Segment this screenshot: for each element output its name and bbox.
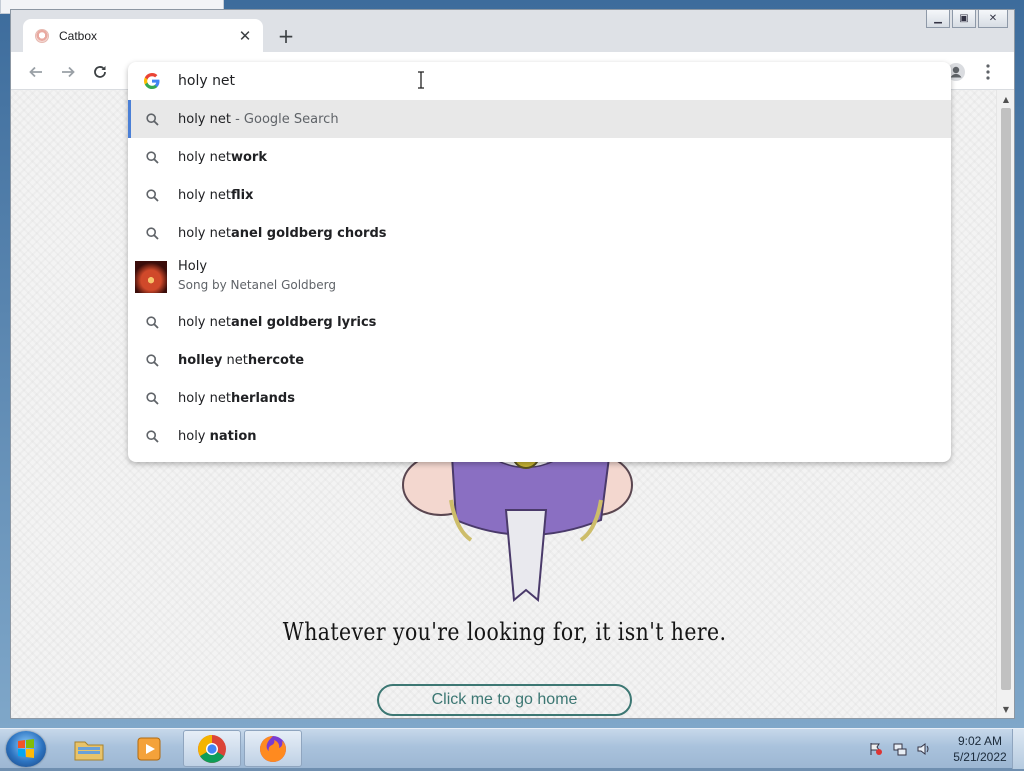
reload-icon[interactable] [89, 61, 111, 83]
start-button[interactable] [6, 731, 46, 767]
scroll-up-icon[interactable]: ▲ [997, 91, 1015, 107]
address-bar-input[interactable] [178, 71, 878, 91]
search-icon [144, 428, 160, 444]
suggestion-typed-part: net [222, 352, 248, 368]
suggestion-completion: holley [178, 352, 223, 368]
tab-strip: Catbox ✕ + [11, 10, 1014, 53]
clock-date: 5/21/2022 [953, 750, 1007, 764]
suggestion-description: - Google Search [230, 111, 339, 127]
go-home-button[interactable]: Click me to go home [377, 684, 632, 716]
suggestion-completion: anel goldberg chords [230, 225, 387, 241]
suggestion-text: holley nethercote [178, 353, 304, 368]
back-arrow-icon[interactable] [25, 61, 47, 83]
firefox-taskbar[interactable] [244, 730, 302, 767]
media-player-taskbar[interactable] [120, 730, 178, 767]
menu-kebab-icon[interactable] [977, 61, 999, 83]
suggestion-text: holy netherlands [178, 391, 295, 406]
chrome-icon [198, 734, 226, 763]
search-icon [144, 314, 160, 330]
search-icon [144, 390, 160, 406]
suggestion-item[interactable]: holy netflix [128, 176, 951, 214]
search-icon [144, 149, 160, 165]
suggestion-completion: flix [230, 187, 254, 203]
network-icon[interactable] [892, 742, 908, 756]
search-icon [144, 225, 160, 241]
action-center-flag-icon[interactable] [868, 742, 884, 756]
suggestion-text: holy netanel goldberg lyrics [178, 315, 376, 330]
suggestion-item[interactable]: holy netanel goldberg lyrics [128, 303, 951, 341]
scroll-thumb[interactable] [1001, 108, 1011, 690]
suggestion-text: holy netanel goldberg chords [178, 226, 387, 241]
tab-catbox[interactable]: Catbox ✕ [23, 19, 263, 53]
show-desktop-button[interactable] [1012, 729, 1024, 769]
google-logo-icon [144, 73, 160, 89]
suggestion-typed-part: holy net [178, 390, 231, 406]
new-tab-button[interactable]: + [275, 24, 297, 48]
suggestion-text: holy nation [178, 429, 257, 444]
suggestion-completion: work [230, 149, 267, 165]
browser-window: ▁ ▣ ✕ Catbox ✕ + Whatever you're looking… [10, 9, 1015, 719]
scroll-down-icon[interactable]: ▼ [997, 701, 1015, 717]
suggestion-typed-part: holy net [178, 225, 231, 241]
suggestion-item[interactable]: holley nethercote [128, 341, 951, 379]
suggestion-completion: anel goldberg lyrics [230, 314, 377, 330]
suggestion-query: holy net [178, 111, 231, 127]
tab-close-icon[interactable]: ✕ [235, 26, 255, 46]
suggestion-item[interactable]: holy nation [128, 417, 951, 455]
search-icon [144, 352, 160, 368]
clock-time: 9:02 AM [957, 734, 1003, 748]
suggestion-completion: hercote [247, 352, 305, 368]
folder-icon [74, 741, 104, 760]
search-icon [144, 187, 160, 203]
suggestion-list: holy net - Google Search holy network ho… [128, 100, 951, 455]
suggestion-text: holy net - Google Search [178, 112, 339, 127]
suggestion-item[interactable]: holy netanel goldberg chords [128, 214, 951, 252]
chrome-taskbar[interactable] [183, 730, 241, 767]
suggestion-item[interactable]: holy net - Google Search [128, 100, 951, 138]
suggestion-item[interactable]: holy network [128, 138, 951, 176]
windows-logo-icon [18, 739, 34, 758]
media-player-icon [137, 737, 161, 760]
suggestion-typed-part: holy net [178, 187, 231, 203]
suggestion-item[interactable]: holy netherlands [128, 379, 951, 417]
suggestion-text: holy netflix [178, 188, 253, 203]
tab-title: Catbox [59, 29, 98, 43]
suggestion-typed-part: holy [178, 428, 210, 444]
search-icon [144, 111, 160, 127]
entity-text: Holy Song by Netanel Goldberg [178, 259, 336, 292]
suggestion-completion: nation [209, 428, 257, 444]
catbox-favicon-icon [35, 29, 49, 43]
omnibox-row [128, 62, 951, 100]
system-tray: 9:02 AM 5/21/2022 [854, 729, 1024, 769]
suggestion-text: holy network [178, 150, 267, 165]
album-art-thumbnail [135, 261, 167, 293]
omnibox-dropdown: holy net - Google Search holy network ho… [128, 62, 951, 462]
suggestion-typed-part: holy net [178, 314, 231, 330]
forward-arrow-icon[interactable] [57, 61, 79, 83]
suggestion-typed-part: holy net [178, 149, 231, 165]
entity-subtitle: Song by Netanel Goldberg [178, 278, 337, 292]
file-explorer-taskbar[interactable] [60, 730, 118, 767]
entity-suggestion[interactable]: Holy Song by Netanel Goldberg [128, 252, 951, 303]
not-found-message: Whatever you're looking for, it isn't he… [282, 618, 727, 646]
text-cursor-icon [418, 71, 424, 89]
volume-icon[interactable] [916, 742, 932, 756]
taskbar: 9:02 AM 5/21/2022 [0, 728, 1024, 769]
entity-title: Holy [178, 259, 208, 274]
firefox-icon [260, 735, 286, 762]
clock[interactable]: 9:02 AM 5/21/2022 [950, 733, 1010, 765]
vertical-scrollbar[interactable]: ▲ ▼ [996, 90, 1014, 718]
suggestion-completion: herlands [230, 390, 295, 406]
